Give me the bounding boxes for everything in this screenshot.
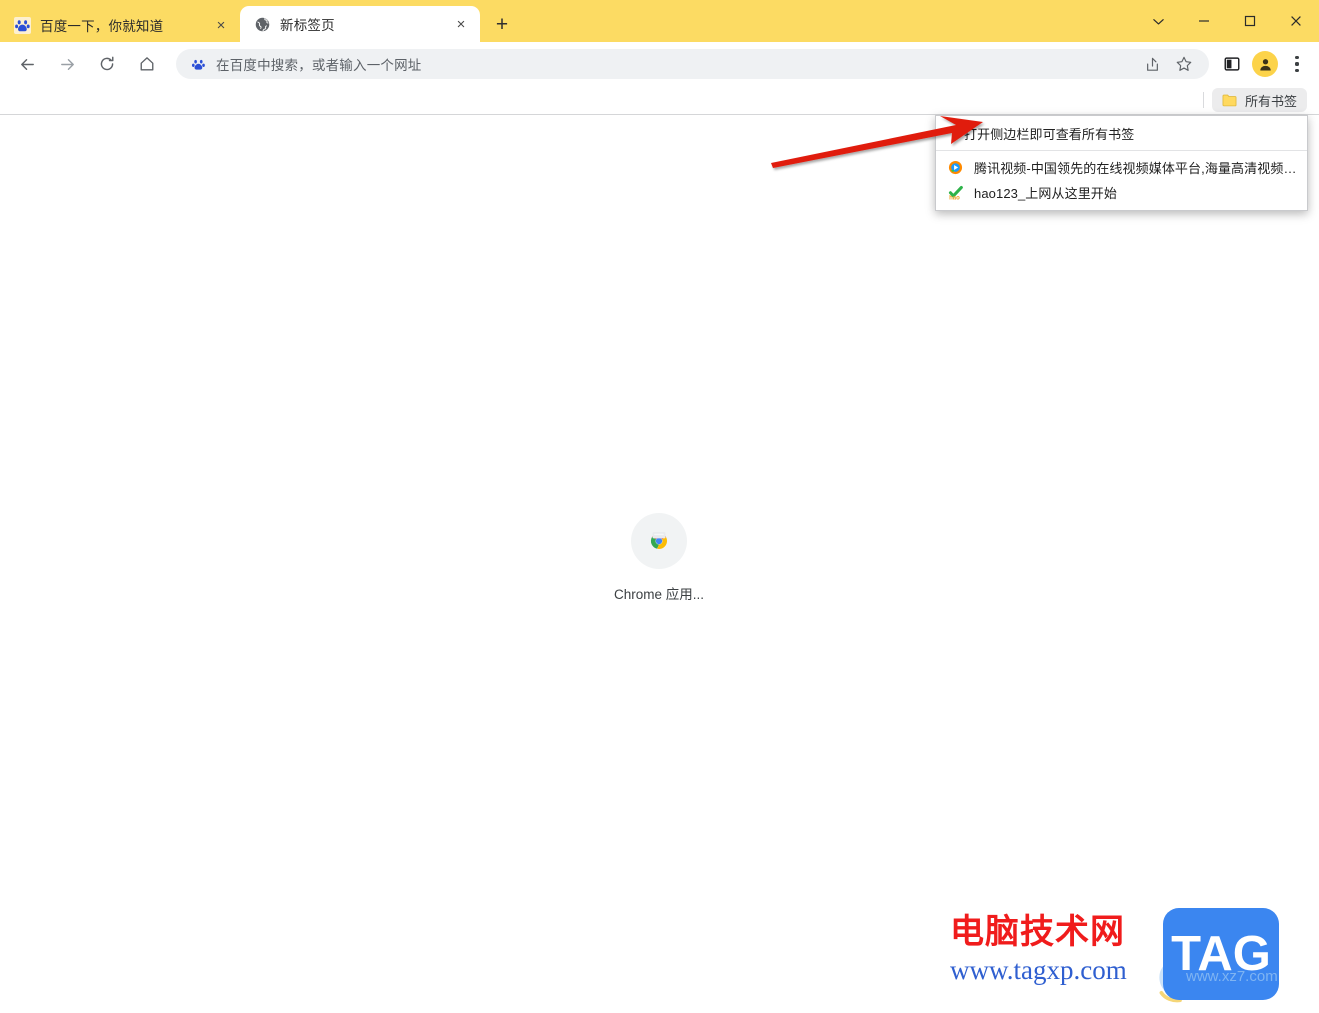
globe-icon [254, 16, 271, 33]
three-dot-menu-icon[interactable] [1283, 49, 1311, 79]
hao123-icon: hao [947, 184, 964, 201]
tab-title: 百度一下，你就知道 [40, 19, 164, 34]
all-bookmarks-label: 所有书签 [1244, 93, 1297, 109]
tab-new-tab[interactable]: 新标签页 × [240, 6, 480, 42]
baidu-paw-icon [14, 16, 31, 34]
tab-baidu[interactable]: 百度一下，你就知道 × [0, 8, 240, 42]
omnibox-actions [1135, 49, 1199, 79]
watermark: 电脑技术网 www.tagxp.com TAG www.xz7.com [950, 908, 1310, 1008]
minimize-icon[interactable] [1181, 5, 1227, 37]
shortcut-label: Chrome 应用... [613, 587, 705, 602]
bookmark-item-tencent-video[interactable]: 腾讯视频-中国领先的在线视频媒体平台,海量高清视频在线观看 [936, 155, 1307, 180]
tencent-video-icon [947, 159, 964, 176]
watermark-logo: TAG [1163, 908, 1279, 1000]
star-icon[interactable] [1169, 49, 1199, 79]
bookmark-label: 腾讯视频-中国领先的在线视频媒体平台,海量高清视频在线观看 [974, 161, 1297, 176]
tab-close-button[interactable]: × [452, 15, 470, 33]
watermark-text: 电脑技术网 www.tagxp.com [950, 912, 1162, 986]
close-icon[interactable] [1273, 5, 1319, 37]
chrome-apps-icon [631, 513, 687, 569]
maximize-icon[interactable] [1227, 5, 1273, 37]
tab-title: 新标签页 [280, 18, 335, 33]
tab-search-chevron-down-icon[interactable] [1135, 5, 1181, 37]
browser-toolbar: 在百度中搜索，或者输入一个网址 [0, 42, 1319, 86]
bookmarks-bar: 所有书签 [0, 86, 1319, 114]
address-bar[interactable]: 在百度中搜索，或者输入一个网址 [176, 49, 1209, 79]
window-controls [1135, 0, 1319, 42]
bookmark-item-hao123[interactable]: hao hao123_上网从这里开始 [936, 180, 1307, 205]
new-tab-page-content: Chrome 应用... [0, 115, 1319, 1013]
back-button[interactable] [12, 49, 42, 79]
svg-text:hao: hao [949, 195, 960, 200]
bookmarks-menu-header-label: 打开侧边栏即可查看所有书签 [964, 126, 1135, 142]
baidu-paw-icon [190, 56, 206, 72]
shortcut-chrome-apps[interactable]: Chrome 应用... [613, 513, 705, 603]
watermark-sub-url: www.xz7.com [1186, 968, 1278, 985]
address-bar-placeholder: 在百度中搜索，或者输入一个网址 [216, 58, 422, 73]
watermark-url: www.tagxp.com [950, 955, 1127, 985]
tab-strip: 百度一下，你就知道 × 新标签页 × + [0, 0, 1319, 42]
bookmarks-bar-divider [1202, 92, 1204, 108]
tab-close-button[interactable]: × [212, 16, 230, 34]
side-panel-icon[interactable] [1217, 49, 1247, 79]
watermark-title: 电脑技术网 [950, 912, 1125, 952]
forward-button[interactable] [52, 49, 82, 79]
share-icon[interactable] [1137, 49, 1167, 79]
all-bookmarks-button[interactable]: 所有书签 [1211, 88, 1307, 112]
folder-icon [1222, 93, 1237, 107]
profile-avatar-icon[interactable] [1252, 51, 1278, 77]
all-bookmarks-dropdown: 打开侧边栏即可查看所有书签 腾讯视频-中国领先的在线视频媒体平台,海量高清视频在… [935, 115, 1308, 211]
toolbar-right-actions [1217, 49, 1311, 79]
new-tab-button[interactable]: + [488, 10, 516, 38]
reload-button[interactable] [92, 49, 122, 79]
menu-separator [936, 150, 1307, 151]
home-button[interactable] [132, 49, 162, 79]
bookmarks-menu-header[interactable]: 打开侧边栏即可查看所有书签 [936, 120, 1307, 146]
bookmark-label: hao123_上网从这里开始 [974, 186, 1118, 201]
